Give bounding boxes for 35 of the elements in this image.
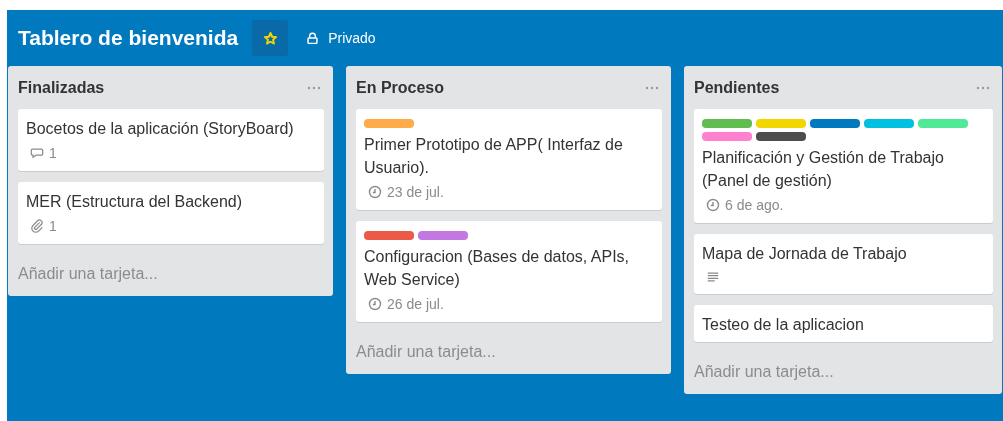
badge-text: 26 de jul. <box>387 296 444 312</box>
visibility-button[interactable]: Privado <box>300 26 382 50</box>
more-icon[interactable] <box>307 85 321 90</box>
more-icon[interactable] <box>645 85 659 90</box>
badge-text: 23 de jul. <box>387 184 444 200</box>
board-title[interactable]: Tablero de bienvenida <box>18 26 239 50</box>
card-title: Testeo de la aplicacion <box>702 315 865 335</box>
badge-text: 6 de ago. <box>725 197 784 213</box>
star-button[interactable] <box>252 20 289 56</box>
clock-icon <box>706 198 720 212</box>
card[interactable]: MER (Estructura del Backend) 1 <box>18 182 324 244</box>
description-icon <box>706 270 720 284</box>
card[interactable]: Planificación y Gestión de Trabajo (Panel de gestión) 6 de ago. <box>694 109 993 223</box>
list-title: En Proceso <box>356 78 445 97</box>
card-title: Primer Prototipo de APP( Interfaz de Usuario). <box>364 135 624 178</box>
card-title: Bocetos de la aplicación (StoryBoard) <box>26 119 295 139</box>
card-title: Planificación y Gestión de Trabajo (Panel de gestión) <box>702 148 945 191</box>
clock-icon <box>368 185 382 199</box>
card-title: Mapa de Jornada de Trabajo <box>702 244 908 264</box>
card[interactable]: Configuracion (Bases de datos, APIs, Web Service) 26 de jul. <box>356 221 662 322</box>
badge-text: 1 <box>49 218 57 234</box>
lock-icon <box>306 31 320 45</box>
clock-icon <box>368 297 382 311</box>
paperclip-icon <box>30 219 44 233</box>
card-title: Configuracion (Bases de datos, APIs, Web Service) <box>364 247 631 290</box>
badge-text: 1 <box>49 145 57 161</box>
list-title: Pendientes <box>694 78 780 97</box>
more-icon[interactable] <box>976 85 990 90</box>
comment-icon <box>30 146 44 160</box>
card[interactable]: Primer Prototipo de APP( Interfaz de Usuario). 23 de jul. <box>356 109 662 210</box>
card-title: MER (Estructura del Backend) <box>26 192 244 212</box>
card[interactable]: Mapa de Jornada de Trabajo <box>694 234 993 294</box>
card[interactable]: Bocetos de la aplicación (StoryBoard) 1 <box>18 109 324 171</box>
card[interactable]: Testeo de la aplicacion <box>694 305 993 342</box>
list-title: Finalizadas <box>18 78 105 97</box>
